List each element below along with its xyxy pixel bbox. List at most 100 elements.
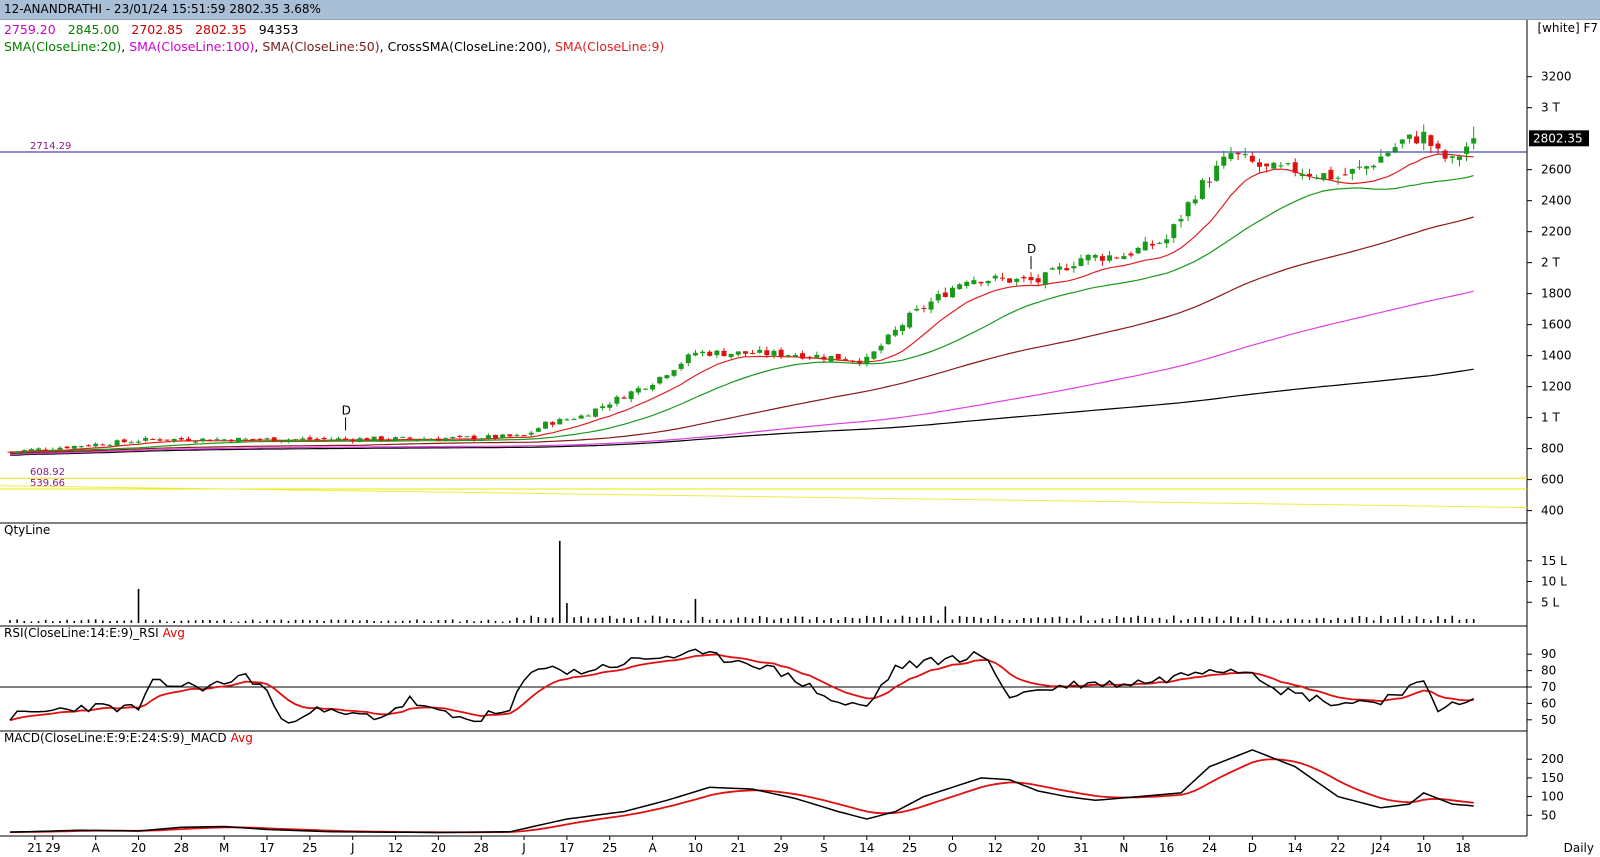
x-axis-label: 29: [773, 841, 788, 855]
candle-body: [7, 451, 13, 453]
candle-body: [771, 350, 777, 356]
candle-body: [493, 434, 499, 439]
price-tick-label: 1200: [1541, 380, 1572, 394]
candle-body: [171, 438, 177, 441]
candle-body: [721, 350, 727, 357]
candle-body: [607, 404, 613, 408]
candle-body: [521, 435, 527, 437]
candle-body: [507, 434, 513, 437]
dividend-marker: D: [342, 403, 351, 417]
candle-body: [1335, 177, 1341, 179]
candle-body: [999, 277, 1005, 279]
candle-body: [1385, 152, 1391, 157]
candle-body: [700, 351, 706, 354]
candle-body: [1057, 266, 1063, 270]
x-axis-label: 12: [388, 841, 403, 855]
volume-tick-label: 5 L: [1541, 595, 1559, 609]
candle-body: [21, 450, 27, 452]
candle-body: [357, 438, 363, 442]
candle-body: [1199, 180, 1205, 199]
x-axis-label: 21: [27, 841, 42, 855]
candle-body: [1321, 173, 1327, 180]
period-label[interactable]: Daily: [1564, 841, 1594, 855]
x-axis-label: M: [219, 841, 229, 855]
candle-body: [257, 438, 263, 440]
candle-body: [1449, 156, 1455, 158]
candle-body: [250, 438, 256, 440]
candle-body: [136, 441, 142, 443]
candle-body: [228, 439, 234, 442]
macd-tick-label: 200: [1541, 752, 1564, 766]
candle-body: [1214, 165, 1220, 181]
candle-body: [178, 438, 184, 440]
price-tick-label: 2600: [1541, 163, 1572, 177]
x-axis-label: 20: [1031, 841, 1046, 855]
candle-body: [992, 275, 998, 279]
candle-body: [243, 438, 249, 440]
candle-body: [985, 280, 991, 284]
candle-body: [485, 435, 491, 439]
candle-body: [971, 280, 977, 284]
candle-body: [307, 437, 313, 440]
candle-body: [1399, 139, 1405, 144]
x-axis-label: 10: [1416, 841, 1431, 855]
macd-tick-label: 100: [1541, 790, 1564, 804]
volume-tick-label: 10 L: [1541, 575, 1567, 589]
x-axis-label: 25: [602, 841, 617, 855]
candle-body: [1435, 143, 1441, 149]
candle-body: [114, 440, 120, 446]
candle-body: [400, 436, 406, 438]
candle-body: [207, 439, 213, 441]
candle-body: [57, 447, 63, 450]
candle-body: [1235, 152, 1241, 155]
candle-body: [914, 308, 920, 311]
rsi-tick-label: 80: [1541, 664, 1556, 678]
candle-body: [614, 396, 620, 404]
x-axis-label: S: [820, 841, 828, 855]
candle-body: [1356, 166, 1362, 168]
macd-tick-label: 150: [1541, 771, 1564, 785]
candle-body: [1028, 277, 1034, 281]
sma20-line: [9, 175, 1474, 454]
candle-body: [314, 438, 320, 440]
price-tick-label: 2200: [1541, 225, 1572, 239]
rsi-avg-label: Avg: [162, 626, 185, 640]
chart-canvas[interactable]: 3200 3 T 2600 2400 2200 2 T 1800 1600 1400 1200 1 …: [0, 0, 1600, 857]
candle-body: [1242, 154, 1248, 156]
candle-body: [764, 350, 770, 356]
x-axis-label: 20: [431, 841, 446, 855]
macd-avg-label: Avg: [230, 731, 253, 745]
candle-body: [821, 356, 827, 360]
candle-body: [1064, 268, 1070, 271]
x-axis-label: 31: [1073, 841, 1088, 855]
price-tick-label: 600: [1541, 473, 1564, 487]
candle-body: [1114, 257, 1120, 259]
candle-body: [1178, 219, 1184, 222]
candle-body: [193, 441, 199, 443]
x-axis-label: 22: [1330, 841, 1345, 855]
x-axis-label: A: [648, 841, 657, 855]
candle-body: [407, 437, 413, 439]
x-axis-label: J: [350, 841, 355, 855]
candle-body: [535, 428, 541, 432]
candle-body: [350, 439, 356, 442]
candle-body: [1007, 278, 1013, 283]
price-tick-label: 2 T: [1541, 256, 1560, 270]
candle-body: [707, 351, 713, 356]
candle-body: [478, 438, 484, 440]
candle-body: [371, 436, 377, 441]
candle-body: [71, 445, 77, 449]
candle-body: [300, 438, 306, 440]
candle-body: [435, 438, 441, 441]
candle-body: [742, 351, 748, 354]
x-axis-label: 29: [45, 841, 60, 855]
rsi-tick-label: 50: [1541, 713, 1556, 727]
candle-body: [592, 408, 598, 417]
candle-body: [564, 419, 570, 421]
rsi-tick-label: 90: [1541, 647, 1556, 661]
candle-body: [1149, 243, 1155, 246]
candle-body: [335, 438, 341, 440]
candle-body: [100, 444, 106, 446]
candle-body: [1306, 173, 1312, 176]
candle-body: [635, 388, 641, 393]
